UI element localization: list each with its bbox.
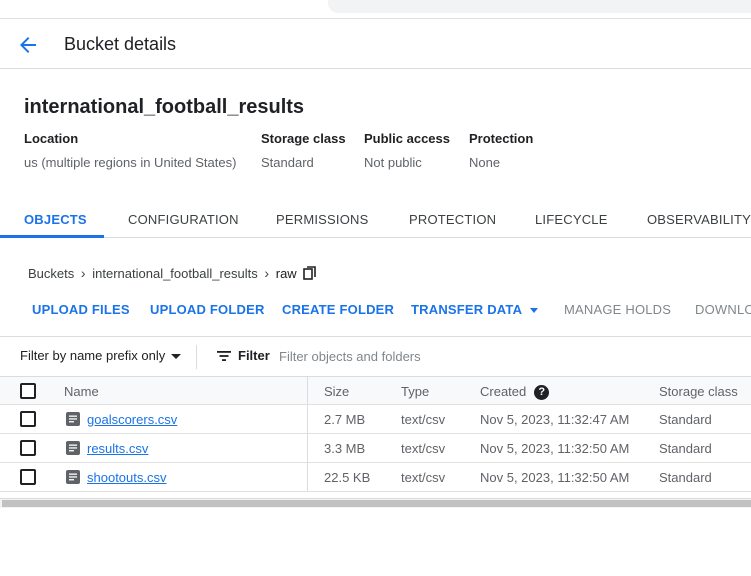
column-header-type[interactable]: Type	[401, 384, 429, 399]
upload-folder-button[interactable]: UPLOAD FOLDER	[150, 302, 265, 317]
tab-lifecycle[interactable]: LIFECYCLE	[535, 212, 608, 227]
row-checkbox[interactable]	[20, 440, 36, 456]
file-name-link[interactable]: results.csv	[87, 441, 148, 456]
file-name-link[interactable]: goalscorers.csv	[87, 412, 177, 427]
file-type: text/csv	[401, 412, 446, 427]
property-label: Storage class	[261, 131, 346, 146]
scrollbar-thumb[interactable]	[2, 500, 751, 507]
filter-button[interactable]: Filter	[216, 348, 270, 363]
file-type: text/csv	[401, 470, 446, 485]
bucket-name: international_football_results	[24, 96, 305, 118]
row-checkbox[interactable]	[20, 411, 36, 427]
file-icon	[66, 412, 80, 426]
tab-objects[interactable]: OBJECTS	[24, 212, 87, 227]
filter-prefix-label: Filter by name prefix only	[20, 348, 166, 363]
horizontal-scrollbar[interactable]	[0, 498, 751, 508]
manage-holds-button[interactable]: MANAGE HOLDS	[564, 302, 671, 317]
column-header-created-label[interactable]: Created	[480, 384, 526, 399]
table-row: shootouts.csv 22.5 KB text/csv Nov 5, 20…	[0, 463, 751, 492]
filter-prefix-select[interactable]: Filter by name prefix only	[20, 348, 182, 363]
tab-observability[interactable]: OBSERVABILITY	[647, 212, 751, 227]
column-header-created: Created?	[480, 384, 550, 401]
create-folder-button[interactable]: CREATE FOLDER	[282, 302, 394, 317]
property-location: Location us (multiple regions in United …	[24, 131, 236, 170]
column-divider	[307, 405, 308, 433]
file-created: Nov 5, 2023, 11:32:50 AM	[480, 441, 630, 456]
property-value: us (multiple regions in United States)	[24, 155, 237, 170]
transfer-data-button[interactable]: TRANSFER DATA	[411, 302, 539, 317]
transfer-data-label: TRANSFER DATA	[411, 302, 523, 317]
page-title: Bucket details	[64, 34, 177, 54]
file-size: 2.7 MB	[324, 412, 366, 427]
file-icon	[66, 441, 80, 455]
chevron-right-icon: ›	[80, 265, 86, 281]
dropdown-arrow-icon	[171, 354, 182, 360]
dropdown-arrow-icon	[530, 308, 539, 314]
arrow-back-icon	[20, 37, 36, 53]
file-storage-class: Standard	[659, 470, 712, 485]
file-name-link[interactable]: shootouts.csv	[87, 470, 167, 485]
filter-input[interactable]	[279, 346, 579, 366]
upload-files-button[interactable]: UPLOAD FILES	[32, 302, 130, 317]
download-button[interactable]: DOWNLOAD	[695, 302, 751, 317]
breadcrumb-bucket[interactable]: international_football_results	[92, 266, 258, 281]
active-tab-indicator	[0, 235, 104, 238]
file-size: 22.5 KB	[324, 470, 371, 485]
column-divider	[307, 463, 308, 491]
tab-permissions[interactable]: PERMISSIONS	[276, 212, 369, 227]
breadcrumb: Buckets › international_football_results…	[28, 265, 317, 281]
property-value: Standard	[261, 155, 314, 170]
property-label: Public access	[364, 131, 450, 146]
filter-bar: Filter by name prefix only Filter	[0, 336, 751, 376]
row-checkbox[interactable]	[20, 469, 36, 485]
column-header-size[interactable]: Size	[324, 384, 349, 399]
help-icon[interactable]: ?	[534, 385, 550, 401]
action-toolbar: UPLOAD FILES UPLOAD FOLDER CREATE FOLDER…	[0, 302, 751, 322]
column-divider	[307, 434, 308, 462]
tab-bar: OBJECTS CONFIGURATION PERMISSIONS PROTEC…	[0, 200, 751, 238]
property-protection: Protection None	[469, 131, 533, 170]
filter-button-label: Filter	[238, 348, 270, 363]
property-label: Location	[24, 131, 79, 146]
property-storage-class: Storage class Standard	[261, 131, 346, 170]
top-strip	[0, 0, 751, 19]
tab-protection[interactable]: PROTECTION	[409, 212, 496, 227]
breadcrumb-buckets[interactable]: Buckets	[28, 266, 74, 281]
table-row: results.csv 3.3 MB text/csv Nov 5, 2023,…	[0, 434, 751, 463]
divider	[196, 345, 197, 369]
column-header-name[interactable]: Name	[64, 384, 99, 399]
file-storage-class: Standard	[659, 441, 712, 456]
table-row: goalscorers.csv 2.7 MB text/csv Nov 5, 2…	[0, 405, 751, 434]
breadcrumb-current: raw	[275, 265, 297, 281]
chevron-right-icon: ›	[264, 265, 270, 281]
column-divider	[307, 377, 308, 404]
property-value: None	[469, 155, 501, 170]
back-button[interactable]	[14, 31, 42, 59]
file-size: 3.3 MB	[324, 441, 366, 456]
file-icon	[66, 470, 80, 484]
page-header: Bucket details	[0, 20, 751, 69]
file-type: text/csv	[401, 441, 446, 456]
filter-list-icon	[217, 350, 231, 361]
file-storage-class: Standard	[659, 412, 712, 427]
search-bar[interactable]	[328, 0, 751, 13]
file-created: Nov 5, 2023, 11:32:50 AM	[480, 470, 630, 485]
tab-configuration[interactable]: CONFIGURATION	[128, 212, 239, 227]
copy-icon[interactable]	[302, 266, 317, 280]
table-header-row: Name Size Type Created? Storage class	[0, 376, 751, 405]
property-label: Protection	[469, 131, 534, 146]
property-public-access: Public access Not public	[364, 131, 450, 170]
select-all-checkbox[interactable]	[20, 383, 36, 399]
property-value: Not public	[364, 155, 422, 170]
file-created: Nov 5, 2023, 11:32:47 AM	[480, 412, 630, 427]
column-header-storage-class[interactable]: Storage class	[659, 384, 738, 399]
